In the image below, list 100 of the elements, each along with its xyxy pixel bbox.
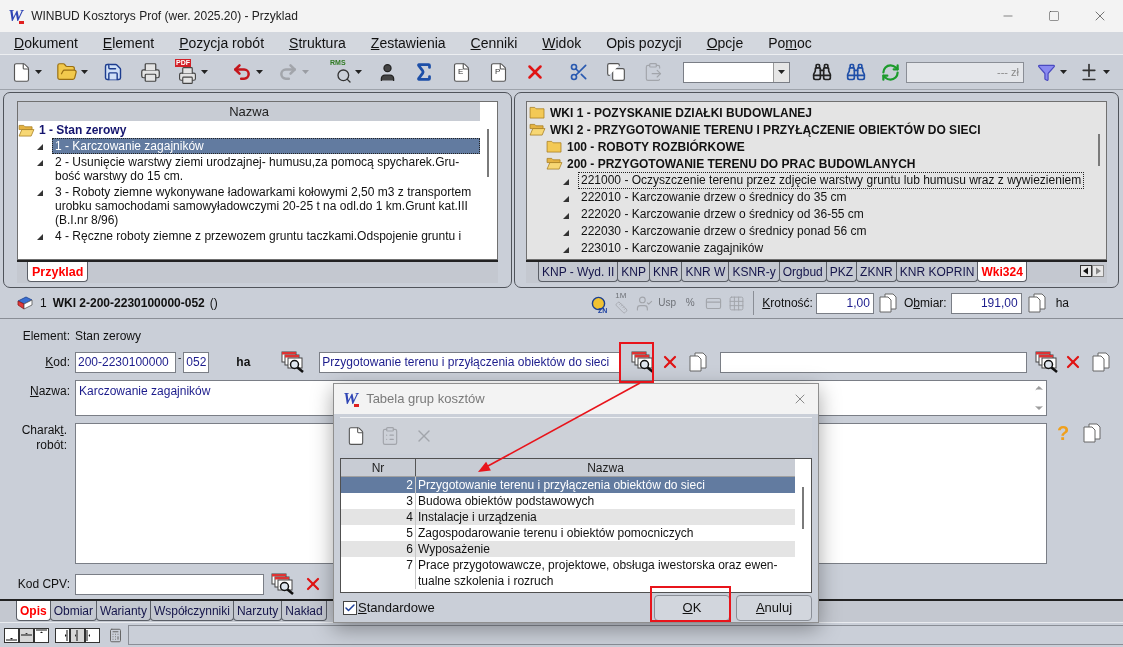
unit-text: ha <box>236 354 251 371</box>
input-field[interactable] <box>720 351 1028 373</box>
copy-icon[interactable] <box>1092 352 1111 372</box>
caret-icon[interactable] <box>355 70 362 74</box>
align-right-icon[interactable] <box>85 627 100 643</box>
tree-folder[interactable]: 1 - Stan zerowy <box>39 121 127 139</box>
copy-icon[interactable] <box>878 293 897 313</box>
table-cell: 7 <box>341 557 416 589</box>
tree-item[interactable]: 222020 - Karczowanie drzew o średnicy od 36-55 cm <box>578 206 867 223</box>
input-field[interactable]: 200-2230100000 <box>75 351 176 373</box>
caret-icon[interactable] <box>1060 70 1067 74</box>
menu-item[interactable]: Struktura <box>283 33 352 53</box>
magnifier-icon <box>336 68 352 84</box>
highlight-frame <box>619 342 654 383</box>
caret-icon[interactable] <box>201 70 208 74</box>
menu-item[interactable]: Opcje <box>700 33 750 53</box>
column-header: Nazwa <box>586 460 625 476</box>
align-center-icon[interactable] <box>70 627 85 643</box>
field-label: Kod CPV: <box>16 576 70 593</box>
search-icon[interactable] <box>271 573 295 595</box>
calculator-icon[interactable] <box>108 627 123 643</box>
search-icon[interactable] <box>1035 351 1060 373</box>
align-middle-icon[interactable] <box>19 627 34 643</box>
binoculars-icon <box>846 62 866 82</box>
record-note: () <box>209 295 218 312</box>
align-bottom-icon[interactable] <box>4 627 19 643</box>
coin-icon <box>590 295 606 311</box>
table-row[interactable]: 4 Instalacje i urządzenia <box>341 509 795 525</box>
copy-icon[interactable] <box>689 352 708 372</box>
input-field[interactable]: 191,00 <box>950 292 1022 314</box>
tree-marker-icon <box>563 230 569 236</box>
menu-item[interactable]: Pozycja robót <box>173 33 271 53</box>
printer-icon <box>139 61 161 83</box>
column-header: Nazwa <box>18 102 480 121</box>
table-row[interactable]: 2 Przygotowanie terenu i przyłączenia obiektów do sieci <box>341 477 795 493</box>
caret-icon[interactable] <box>1103 70 1110 74</box>
table-row[interactable]: 6 Wyposażenie <box>341 541 795 557</box>
menu-item[interactable]: Widok <box>536 33 588 53</box>
tree-marker-icon <box>563 179 569 185</box>
table-cell-text: Wyposażenie <box>417 541 491 557</box>
tab[interactable]: Opis <box>16 601 51 621</box>
person-check-icon <box>635 294 653 312</box>
dialog-button[interactable]: OK <box>654 594 730 621</box>
search-icon[interactable] <box>281 351 306 373</box>
tab[interactable]: Nakład <box>281 601 327 621</box>
menu-item[interactable]: Pomoc <box>762 33 818 53</box>
open-folder-icon[interactable] <box>546 157 563 170</box>
dropdown-button[interactable] <box>773 62 789 82</box>
dialog-button[interactable]: Anuluj <box>736 594 812 621</box>
tree-item[interactable]: 221000 - Oczyszczenie terenu przez zdjęcie warstwy gruntu lub humusu wraz z wywiezieniem <box>578 172 1085 189</box>
scrollbar-thumb[interactable] <box>487 129 489 177</box>
tree-item[interactable]: 2 - Usunięcie warstwy ziemi urodzajnej- humusu,za pomocą spycharek.Gru-bość warstwy do 15 cm. <box>52 154 480 184</box>
menu-item[interactable]: Cenniki <box>464 33 524 53</box>
input-field[interactable]: Przygotowanie terenu i przyłączenia obiektów do sieci <box>319 351 622 373</box>
scrollbar-thumb[interactable] <box>802 487 804 529</box>
folder-icon[interactable] <box>529 106 546 119</box>
ruler-icon <box>614 301 628 314</box>
align-left-icon[interactable] <box>55 627 70 643</box>
dialog-title: Tabela grup kosztów <box>366 390 485 409</box>
input-field[interactable]: 052 <box>183 351 210 373</box>
align-top-icon[interactable] <box>34 627 49 643</box>
menu-item[interactable]: Zestawienia <box>364 33 452 53</box>
tree-folder[interactable]: WKI 1 - POZYSKANIE DZIAŁKI BUDOWLANEJ <box>550 103 812 122</box>
open-folder-icon[interactable] <box>18 123 35 137</box>
folder-icon[interactable] <box>546 140 563 153</box>
scroll-arrows-icon[interactable] <box>1080 265 1104 277</box>
table-cell-text: Zagospodarowanie terenu i obiektów pomocniczych <box>417 525 695 541</box>
input-field[interactable]: 1,00 <box>815 292 874 314</box>
copy-icon[interactable] <box>1083 423 1102 443</box>
checkbox-label[interactable]: Standardowe <box>358 597 435 618</box>
app-logo: W <box>8 8 25 24</box>
caret-icon[interactable] <box>81 70 88 74</box>
tree-marker-icon <box>563 247 569 253</box>
page-button[interactable]: P <box>486 59 510 85</box>
tab[interactable]: Przyklad <box>27 262 89 282</box>
tree-item[interactable]: 223010 - Karczowanie zagajników <box>578 240 767 257</box>
tree-item[interactable]: 3 - Roboty ziemne wykonywane ładowarkami kołowymi 2,50 m3 z transportem urobku samochodami samowyładowczymi 20-25 t na odl.do 1 km.Grunt kat.III (B.I.nr 8/96) <box>52 184 480 228</box>
caret-icon[interactable] <box>256 70 263 74</box>
menu-item[interactable]: Dokument <box>8 33 84 53</box>
checkbox[interactable] <box>343 600 357 615</box>
input-field[interactable] <box>75 573 264 595</box>
scrollbar-thumb[interactable] <box>1098 134 1100 166</box>
copy-icon[interactable] <box>1027 293 1046 313</box>
tree-item[interactable]: 222030 - Karczowanie drzew o średnicy ponad 56 cm <box>578 223 870 240</box>
caret-icon[interactable] <box>35 70 42 74</box>
tree-item[interactable]: 222010 - Karczowanie drzew o średnicy do 35 cm <box>578 189 850 206</box>
combo-box[interactable] <box>683 61 790 83</box>
tree-folder[interactable]: 100 - ROBOTY ROZBIÓRKOWE <box>567 137 745 156</box>
menu-item[interactable]: Opis pozycji <box>600 33 688 53</box>
tree-folder[interactable]: 200 - PRZYGOTOWANIE TERENU DO PRAC BUDOWLANYCH <box>567 154 916 173</box>
plus-minus-icon <box>1079 62 1099 82</box>
table-cell-text: Instalacje i urządzenia <box>417 509 538 525</box>
tree-item[interactable]: 1 - Karczowanie zagajników <box>52 138 480 154</box>
tree-item[interactable]: 4 - Ręczne roboty ziemne z przewozem gruntu taczkami.Odspojenie gruntu i <box>52 228 480 244</box>
tab[interactable]: KNP - Wyd. II <box>538 262 619 282</box>
page-button[interactable]: E <box>449 59 473 85</box>
menu-item[interactable]: Element <box>96 33 161 53</box>
open-folder-icon[interactable] <box>529 123 546 136</box>
tree-folder[interactable]: WKI 2 - PRZYGOTOWANIE TERENU I PRZYŁĄCZENIE OBIEKTÓW DO SIECI <box>550 120 981 139</box>
tab[interactable]: Wki324 <box>977 262 1027 282</box>
